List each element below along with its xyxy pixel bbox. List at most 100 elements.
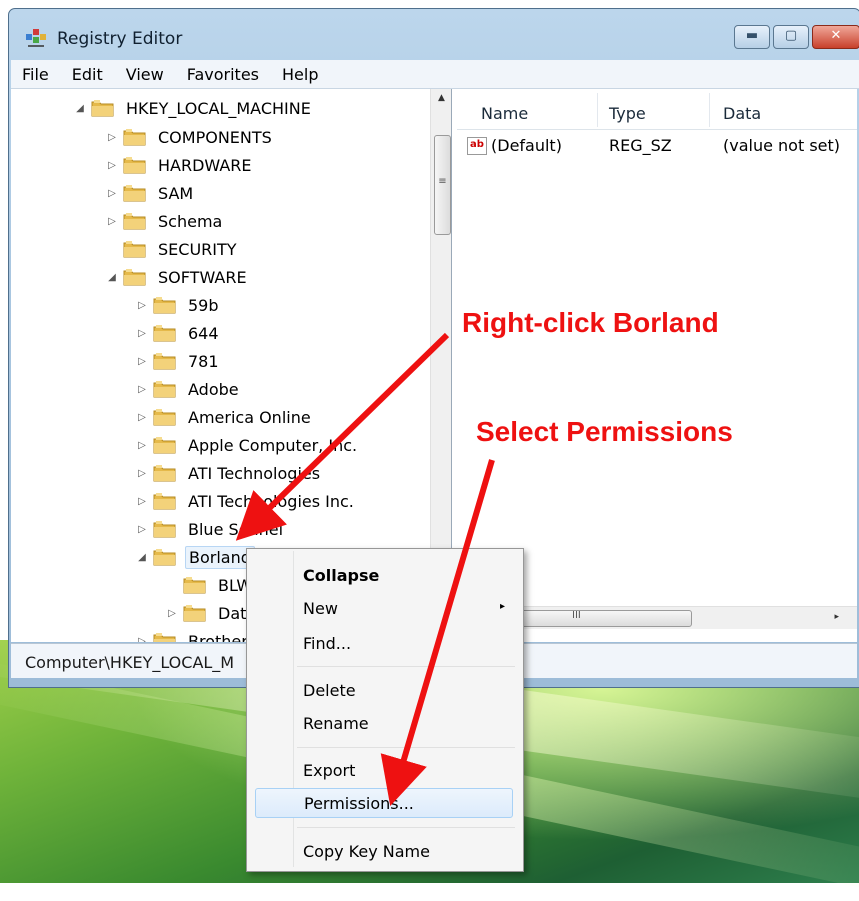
tree-node-ati-technologies-inc[interactable]: ▷ ATI Technologies Inc. [135, 488, 357, 514]
close-icon: ✕ [830, 28, 842, 43]
folder-icon [183, 603, 207, 623]
menu-favorites[interactable]: Favorites [176, 65, 271, 84]
tree-node-781[interactable]: ▷ 781 [135, 348, 222, 374]
tree-node-components[interactable]: ▷ COMPONENTS [105, 124, 275, 150]
folder-icon [153, 323, 177, 343]
scroll-thumb[interactable]: ≡ [434, 135, 451, 235]
menu-item-find[interactable]: Find... [297, 629, 519, 657]
grip-icon: ≡ [438, 176, 447, 187]
grip-icon: III [572, 610, 581, 621]
annotation-right-click: Right-click Borland [462, 307, 719, 338]
minimize-button[interactable]: ▬ [734, 25, 770, 49]
folder-icon [153, 519, 177, 539]
collapsed-icon[interactable]: ▷ [165, 608, 179, 619]
tree-label: Borland [185, 545, 255, 569]
minimize-icon: ▬ [745, 28, 759, 43]
value-data: (value not set) [723, 136, 841, 155]
tree-label: Brother [188, 631, 248, 643]
folder-icon [153, 491, 177, 511]
folder-icon [123, 127, 147, 147]
folder-icon [153, 295, 177, 315]
string-value-icon: ab [467, 137, 487, 155]
tree-node-hardware[interactable]: ▷ HARDWARE [105, 152, 255, 178]
collapsed-icon[interactable]: ▷ [135, 524, 149, 535]
folder-icon [123, 239, 147, 259]
tree-node-blw[interactable]: BLW [165, 572, 255, 598]
tree-node-59b[interactable]: ▷ 59b [135, 292, 222, 318]
collapsed-icon[interactable]: ▷ [135, 356, 149, 367]
tree-node-brother[interactable]: ▷ Brother [135, 628, 251, 642]
menu-item-label: Export [303, 761, 356, 780]
tree-node-america-online[interactable]: ▷ America Online [135, 404, 314, 430]
collapsed-icon[interactable]: ▷ [135, 300, 149, 311]
folder-icon [153, 379, 177, 399]
folder-icon [153, 351, 177, 371]
tree-node-ati-technologies[interactable]: ▷ ATI Technologies [135, 460, 323, 486]
menu-item-label: Rename [303, 714, 369, 733]
maximize-icon: ▢ [784, 28, 798, 43]
collapsed-icon[interactable]: ▷ [105, 160, 119, 171]
tree-node-apple-computer[interactable]: ▷ Apple Computer, Inc. [135, 432, 360, 458]
folder-icon [153, 407, 177, 427]
list-item[interactable]: ab (Default) REG_SZ (value not set) [457, 133, 857, 159]
expanded-icon[interactable]: ◢ [73, 103, 87, 114]
collapsed-icon[interactable]: ▷ [135, 440, 149, 451]
menu-item-permissions[interactable]: Permissions... [255, 788, 513, 818]
menu-file[interactable]: File [11, 65, 61, 84]
column-header-type[interactable]: Type [609, 104, 646, 123]
tree-label: Blue Sonnel [188, 519, 284, 539]
tree-node-borland[interactable]: ◢ Borland [135, 544, 255, 570]
menu-help[interactable]: Help [271, 65, 330, 84]
collapsed-icon[interactable]: ▷ [135, 384, 149, 395]
collapsed-icon[interactable]: ▷ [135, 412, 149, 423]
tree-node-644[interactable]: ▷ 644 [135, 320, 222, 346]
tree-label: ATI Technologies Inc. [188, 491, 354, 511]
tree-node-hkey-local-machine[interactable]: ◢ HKEY_LOCAL_MACHINE [73, 95, 314, 121]
column-header-name[interactable]: Name [481, 104, 528, 123]
menu-item-collapse[interactable]: Collapse [297, 561, 519, 589]
collapsed-icon[interactable]: ▷ [105, 216, 119, 227]
title-bar[interactable]: Registry Editor ▬ ▢ ✕ [9, 9, 859, 59]
submenu-arrow-icon: ▸ [499, 601, 505, 612]
menu-view[interactable]: View [115, 65, 176, 84]
folder-icon [153, 435, 177, 455]
collapsed-icon[interactable]: ▷ [135, 496, 149, 507]
folder-icon [123, 155, 147, 175]
tree-node-security[interactable]: SECURITY [105, 236, 240, 262]
folder-icon [123, 211, 147, 231]
tree-label: Apple Computer, Inc. [188, 435, 358, 455]
menu-item-copy-key-name[interactable]: Copy Key Name [297, 837, 519, 865]
collapsed-icon[interactable]: ▷ [105, 188, 119, 199]
tree-node-adobe[interactable]: ▷ Adobe [135, 376, 242, 402]
folder-icon [153, 463, 177, 483]
collapsed-icon[interactable]: ▷ [135, 636, 149, 643]
tree-label: SAM [158, 183, 194, 203]
close-button[interactable]: ✕ [812, 25, 859, 49]
tree-node-blue-sonnel[interactable]: ▷ Blue Sonnel [135, 516, 286, 542]
tree-node-software[interactable]: ◢ SOFTWARE [105, 264, 250, 290]
menu-item-label: Delete [303, 681, 356, 700]
tree-label: ATI Technologies [188, 463, 321, 483]
expanded-icon[interactable]: ◢ [105, 272, 119, 283]
collapsed-icon[interactable]: ▷ [105, 132, 119, 143]
tree-label: America Online [188, 407, 311, 427]
folder-icon [123, 183, 147, 203]
expanded-icon[interactable]: ◢ [135, 552, 149, 563]
menu-item-export[interactable]: Export [297, 756, 519, 784]
window-title: Registry Editor [57, 29, 183, 49]
tree-node-schema[interactable]: ▷ Schema [105, 208, 225, 234]
menu-item-rename[interactable]: Rename [297, 709, 519, 737]
menu-edit[interactable]: Edit [61, 65, 115, 84]
context-menu: Collapse New ▸ Find... Delete Rename Expo… [246, 548, 524, 872]
maximize-button[interactable]: ▢ [773, 25, 809, 49]
scroll-right-icon[interactable]: ▸ [834, 612, 839, 622]
column-header-data[interactable]: Data [723, 104, 761, 123]
menu-bar: File Edit View Favorites Help [11, 60, 859, 89]
menu-item-new[interactable]: New ▸ [297, 594, 519, 622]
menu-item-delete[interactable]: Delete [297, 676, 519, 704]
tree-node-sam[interactable]: ▷ SAM [105, 180, 196, 206]
collapsed-icon[interactable]: ▷ [135, 468, 149, 479]
folder-icon [153, 547, 177, 567]
scroll-up-icon[interactable]: ▲ [431, 93, 451, 103]
collapsed-icon[interactable]: ▷ [135, 328, 149, 339]
